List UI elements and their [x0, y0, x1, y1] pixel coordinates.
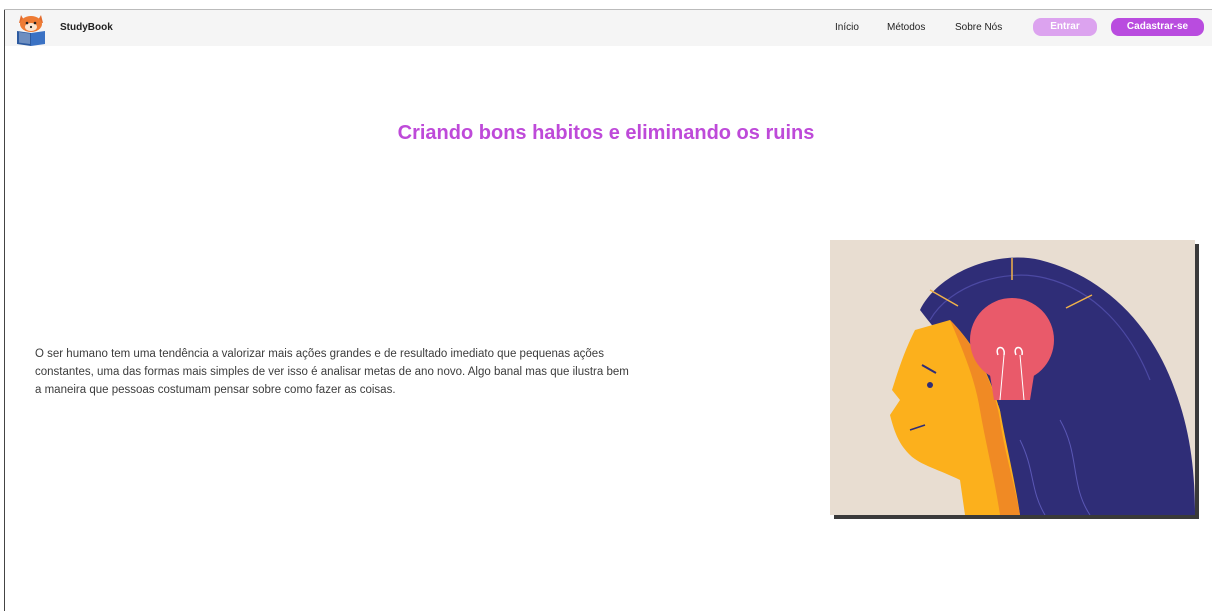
window-left-border	[4, 10, 5, 611]
brand-name[interactable]: StudyBook	[60, 22, 113, 33]
page-title: Criando bons habitos e eliminando os rui…	[397, 122, 815, 144]
login-button[interactable]: Entrar	[1033, 18, 1097, 36]
nav-link-metodos[interactable]: Métodos	[887, 22, 925, 33]
fox-reading-book-icon[interactable]	[13, 11, 49, 47]
signup-button[interactable]: Cadastrar-se	[1111, 18, 1204, 36]
intro-paragraph: O ser humano tem uma tendência a valoriz…	[35, 348, 629, 396]
illustration-frame	[830, 240, 1195, 515]
woman-head-lightbulb-illustration	[830, 240, 1195, 515]
nav-link-sobre-nos[interactable]: Sobre Nós	[955, 22, 1002, 33]
nav-link-inicio[interactable]: Início	[835, 22, 859, 33]
navbar: StudyBook Início Métodos Sobre Nós Entra…	[5, 10, 1212, 46]
